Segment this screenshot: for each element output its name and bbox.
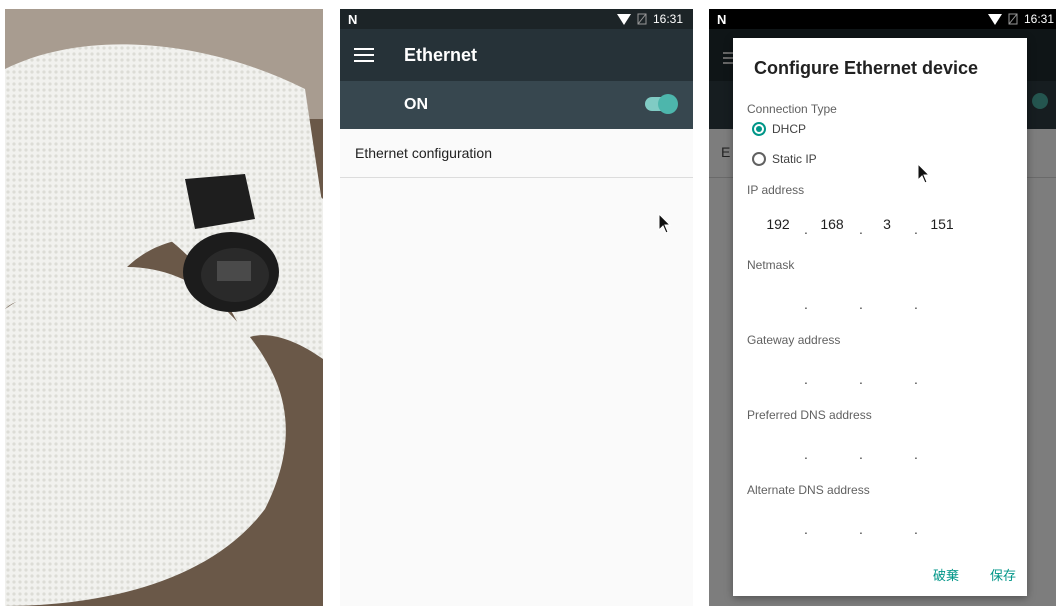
dimmed-toggle: [1032, 93, 1048, 109]
wifi-icon: [616, 13, 631, 25]
ethernet-toggle[interactable]: [645, 94, 678, 114]
gateway-address-label: Gateway address: [747, 333, 841, 347]
notification-n-icon: N: [717, 11, 727, 27]
radio-dhcp-label: DHCP: [772, 122, 807, 136]
alternate-dns-input[interactable]: . . .: [753, 516, 983, 537]
ip-octet-4[interactable]: 151: [922, 216, 962, 232]
status-time: 16:31: [652, 12, 683, 26]
netmask-label: Netmask: [747, 258, 795, 272]
preferred-dns-label: Preferred DNS address: [747, 408, 872, 422]
wifi-icon: [987, 13, 1002, 25]
ip-address-label: IP address: [747, 183, 805, 197]
ethernet-switch-bar[interactable]: ON: [340, 81, 693, 129]
switch-label: ON: [404, 96, 428, 113]
no-sim-icon: [1008, 13, 1018, 25]
save-button[interactable]: 保存: [990, 565, 1016, 584]
notification-n-icon: N: [348, 11, 358, 27]
ethernet-settings-screen: N 16:31 Ethernet ON Ethernet configurati…: [340, 9, 693, 606]
gloved-hand-photo: [5, 9, 323, 606]
status-bar: N 16:31: [340, 9, 693, 29]
radio-static-ip-label: Static IP: [772, 152, 817, 166]
gateway-address-input[interactable]: . . .: [753, 366, 983, 387]
status-bar: N 16:31: [709, 9, 1056, 29]
ethernet-port-photo-illustration: [5, 9, 323, 606]
ip-octet-2[interactable]: 168: [812, 216, 852, 232]
dialog-title: Configure Ethernet device: [754, 58, 979, 78]
toggle-knob: [658, 94, 678, 114]
radio-static-ip[interactable]: Static IP: [752, 152, 817, 166]
radio-static-ip-indicator[interactable]: [752, 152, 766, 166]
netmask-input[interactable]: . . .: [753, 291, 983, 312]
ethernet-configuration-label: Ethernet configuration: [355, 145, 492, 161]
dimmed-row-initial: E: [721, 144, 731, 160]
status-time: 16:31: [1023, 12, 1054, 26]
ethernet-configuration-item[interactable]: Ethernet configuration: [340, 129, 693, 178]
app-bar: Ethernet: [340, 29, 693, 81]
connection-type-label: Connection Type: [747, 102, 837, 116]
ip-octet-1[interactable]: 192: [758, 216, 798, 232]
configure-ethernet-screen: N 16:31 E Configure Ethernet device Conn…: [709, 9, 1056, 606]
no-sim-icon: [637, 13, 647, 25]
configure-ethernet-dialog: Configure Ethernet device Connection Typ…: [733, 38, 1027, 596]
radio-dhcp-indicator[interactable]: [752, 122, 766, 136]
mouse-cursor-icon: [658, 213, 672, 234]
mouse-cursor-icon: [917, 163, 931, 184]
preferred-dns-input[interactable]: . . .: [753, 441, 983, 462]
ip-address-input[interactable]: 192 . 168 . 3 . 151: [753, 216, 983, 237]
menu-icon[interactable]: [354, 44, 374, 66]
alternate-dns-label: Alternate DNS address: [747, 483, 870, 497]
page-title: Ethernet: [404, 44, 478, 65]
radio-dhcp[interactable]: DHCP: [752, 122, 806, 136]
discard-button[interactable]: 破棄: [933, 565, 959, 584]
ip-octet-3[interactable]: 3: [867, 216, 907, 232]
